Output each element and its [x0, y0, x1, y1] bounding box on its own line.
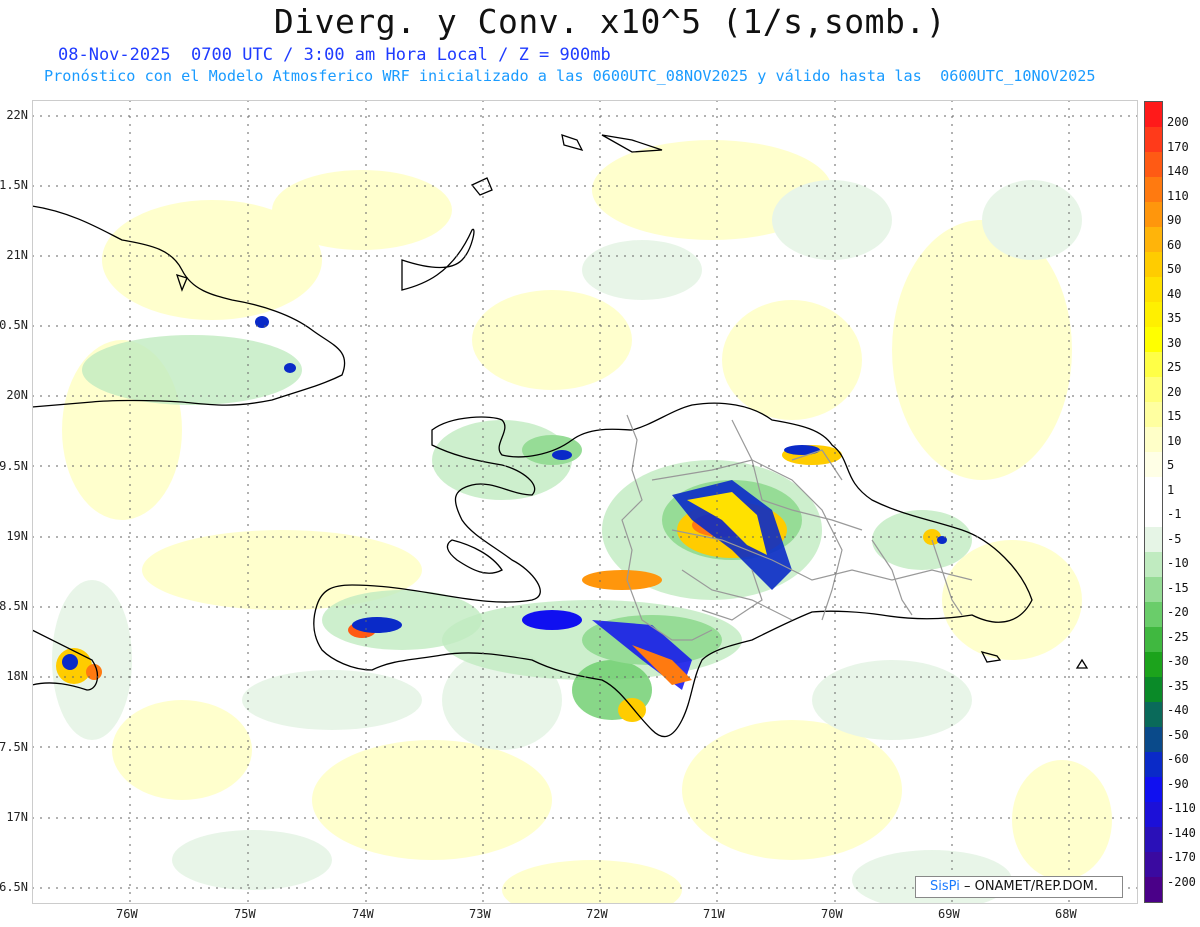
legend-label: 25: [1167, 360, 1182, 374]
legend-swatch: [1145, 602, 1162, 627]
legend-label: 110: [1167, 188, 1189, 203]
legend-swatch: [1145, 377, 1162, 402]
legend-swatch: [1145, 102, 1162, 127]
legend-label: 35: [1167, 311, 1182, 325]
legend-label: 200: [1167, 115, 1189, 129]
lon-label: 71W: [703, 907, 725, 921]
lat-label: 6.5N: [0, 880, 28, 894]
lat-label: 21N: [6, 248, 28, 262]
lat-label: 8.5N: [0, 599, 28, 613]
legend-label: 10: [1167, 433, 1182, 448]
legend-swatch: [1145, 127, 1162, 152]
legend-swatch: [1145, 852, 1162, 877]
legend-label: -90: [1167, 776, 1189, 791]
lon-label: 68W: [1055, 907, 1077, 921]
legend-label: 90: [1167, 213, 1182, 227]
legend-label: 1: [1167, 482, 1175, 497]
divergence-map: [32, 100, 1138, 904]
legend-label: 30: [1167, 335, 1182, 350]
legend-label: -30: [1167, 654, 1189, 668]
legend-swatch: [1145, 777, 1162, 802]
legend-swatch: [1145, 277, 1162, 302]
valid-time-line: 08-Nov-2025 0700 UTC / 3:00 am Hora Loca…: [58, 45, 611, 65]
legend-swatch: [1145, 627, 1162, 652]
legend-label: -25: [1167, 629, 1189, 644]
lat-label: 7.5N: [0, 740, 28, 754]
legend-label: 140: [1167, 164, 1189, 178]
model-info-line: Pronóstico con el Modelo Atmosferico WRF…: [44, 67, 1096, 85]
legend-swatch: [1145, 352, 1162, 377]
lon-label: 69W: [938, 907, 960, 921]
legend-swatch: [1145, 827, 1162, 852]
legend-swatch: [1145, 502, 1162, 527]
legend-swatch: [1145, 202, 1162, 227]
legend-label: -60: [1167, 752, 1189, 766]
legend-swatch: [1145, 227, 1162, 252]
legend-label: -50: [1167, 727, 1189, 742]
legend-swatch: [1145, 302, 1162, 327]
legend-swatch: [1145, 327, 1162, 352]
legend-swatch: [1145, 727, 1162, 752]
lon-label: 74W: [352, 907, 374, 921]
legend-label: -20: [1167, 605, 1189, 619]
legend-swatch: [1145, 152, 1162, 177]
legend-swatch: [1145, 652, 1162, 677]
lon-label: 70W: [821, 907, 843, 921]
legend-swatch: [1145, 702, 1162, 727]
credit-box: SisPi – ONAMET/REP.DOM.: [915, 876, 1123, 898]
legend-swatch: [1145, 402, 1162, 427]
legend-swatch: [1145, 877, 1162, 902]
lon-label: 72W: [586, 907, 608, 921]
legend-label: 20: [1167, 384, 1182, 399]
chart-title: Diverg. y Conv. x10^5 (1/s,somb.): [273, 2, 947, 41]
legend-label: -110: [1167, 801, 1196, 815]
legend-label: -5: [1167, 531, 1182, 546]
legend-label: 60: [1167, 237, 1182, 252]
legend-label: -35: [1167, 678, 1189, 693]
legend-label: -15: [1167, 580, 1189, 595]
legend-label: -40: [1167, 703, 1189, 717]
legend-swatch: [1145, 677, 1162, 702]
credit-text: – ONAMET/REP.DOM.: [963, 879, 1098, 894]
legend-label: -170: [1167, 850, 1196, 864]
legend-swatch: [1145, 477, 1162, 502]
legend-swatch: [1145, 452, 1162, 477]
legend-swatch: [1145, 552, 1162, 577]
legend-label: 170: [1167, 139, 1189, 154]
legend-label: -140: [1167, 825, 1196, 840]
lat-label: 19N: [6, 529, 28, 543]
legend-swatch: [1145, 427, 1162, 452]
legend-label: -1: [1167, 507, 1182, 521]
lon-label: 75W: [234, 907, 256, 921]
lat-label: 20N: [6, 388, 28, 402]
lat-label: 1.5N: [0, 178, 28, 192]
legend-label: -200: [1167, 874, 1196, 889]
lat-label: 22N: [6, 108, 28, 122]
brand-name: SisPi: [930, 879, 960, 894]
legend-swatch: [1145, 802, 1162, 827]
lon-label: 73W: [469, 907, 491, 921]
lon-label: 76W: [116, 907, 138, 921]
legend-label: 50: [1167, 262, 1182, 276]
legend-swatch: [1145, 252, 1162, 277]
legend-swatch: [1145, 527, 1162, 552]
legend-label: 15: [1167, 409, 1182, 423]
lat-label: 9.5N: [0, 459, 28, 473]
legend-swatch: [1145, 577, 1162, 602]
legend-label: -10: [1167, 556, 1189, 570]
legend-swatch: [1145, 752, 1162, 777]
lat-label: 17N: [6, 810, 28, 824]
color-legend: [1144, 101, 1163, 903]
lat-label: 0.5N: [0, 318, 28, 332]
lat-label: 18N: [6, 669, 28, 683]
legend-swatch: [1145, 177, 1162, 202]
legend-label: 40: [1167, 286, 1182, 301]
legend-label: 5: [1167, 458, 1175, 472]
